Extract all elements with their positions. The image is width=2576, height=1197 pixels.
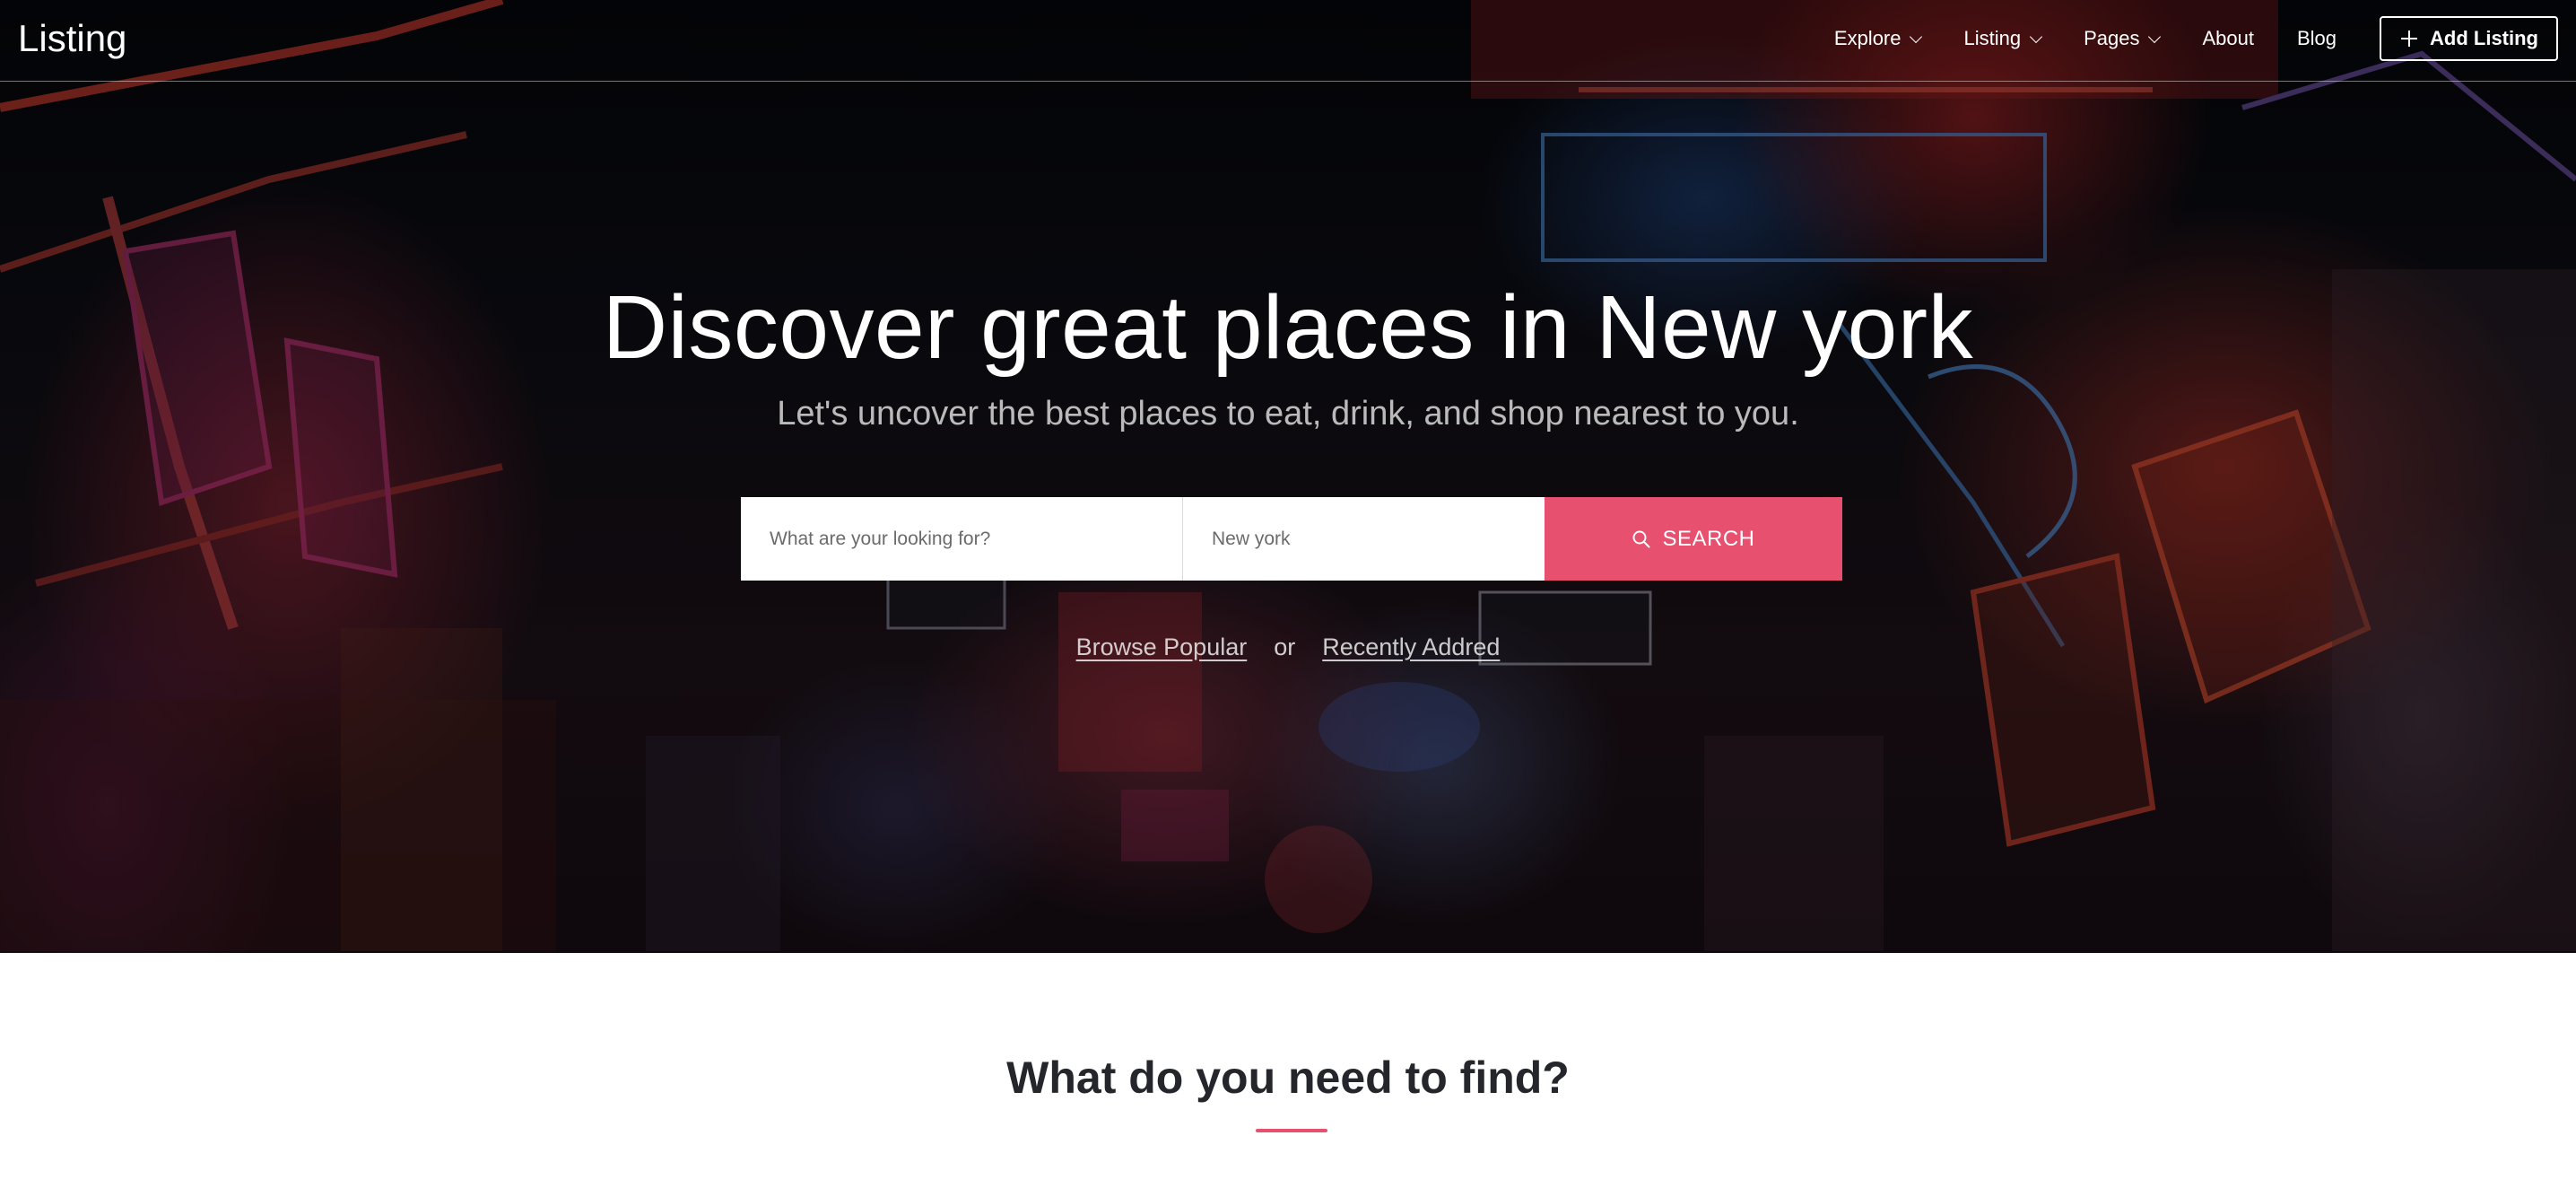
chevron-down-icon [2148,30,2162,43]
section-title: What do you need to find? [1006,1053,1570,1103]
hero-section [0,0,2576,953]
nav-item-label: Pages [2084,27,2140,49]
quick-links: Browse Popular or Recently Addred [0,633,2576,661]
nav-item-blog[interactable]: Blog [2297,27,2337,50]
search-button[interactable]: SEARCH [1545,497,1842,581]
search-button-label: SEARCH [1662,526,1755,551]
search-location-value: New york [1212,528,1291,549]
hero-subtitle: Let's uncover the best places to eat, dr… [777,395,1799,432]
search-location-input[interactable]: New york [1183,497,1545,581]
nav-item-listing[interactable]: Listing [1963,27,2043,50]
quick-links-separator: or [1274,633,1296,660]
nav-item-pages[interactable]: Pages [2084,27,2162,50]
hero-overlay [0,0,2576,953]
add-listing-button[interactable]: Add Listing [2380,16,2558,61]
nav-item-label: Listing [1963,27,2022,49]
browse-popular-link[interactable]: Browse Popular [1076,633,1248,660]
chevron-down-icon [1910,30,1923,43]
main-nav: Explore Listing Pages About Blog Add Lis… [1834,14,2558,63]
nav-item-label: Blog [2296,27,2337,49]
hero-title: Discover great places in New york [602,277,1974,378]
nav-item-label: About [2202,27,2254,49]
nav-item-about[interactable]: About [2202,27,2254,50]
nav-item-label: Explore [1833,27,1902,49]
nav-item-explore[interactable]: Explore [1833,27,1923,50]
search-keyword-input[interactable]: What are your looking for? [741,497,1183,581]
add-listing-label: Add Listing [2430,27,2538,49]
search-keyword-placeholder: What are your looking for? [770,528,991,549]
search-form: What are your looking for? New york SEAR… [741,497,1842,581]
section-title-underline [1256,1129,1327,1132]
recently-added-link[interactable]: Recently Addred [1322,633,1500,660]
chevron-down-icon [2030,30,2043,43]
plus-icon [2401,31,2418,47]
search-icon [1632,529,1651,549]
brand-logo[interactable]: Listing [18,18,126,59]
top-navigation-bar: Listing Explore Listing Pages About Blog… [0,0,2576,82]
